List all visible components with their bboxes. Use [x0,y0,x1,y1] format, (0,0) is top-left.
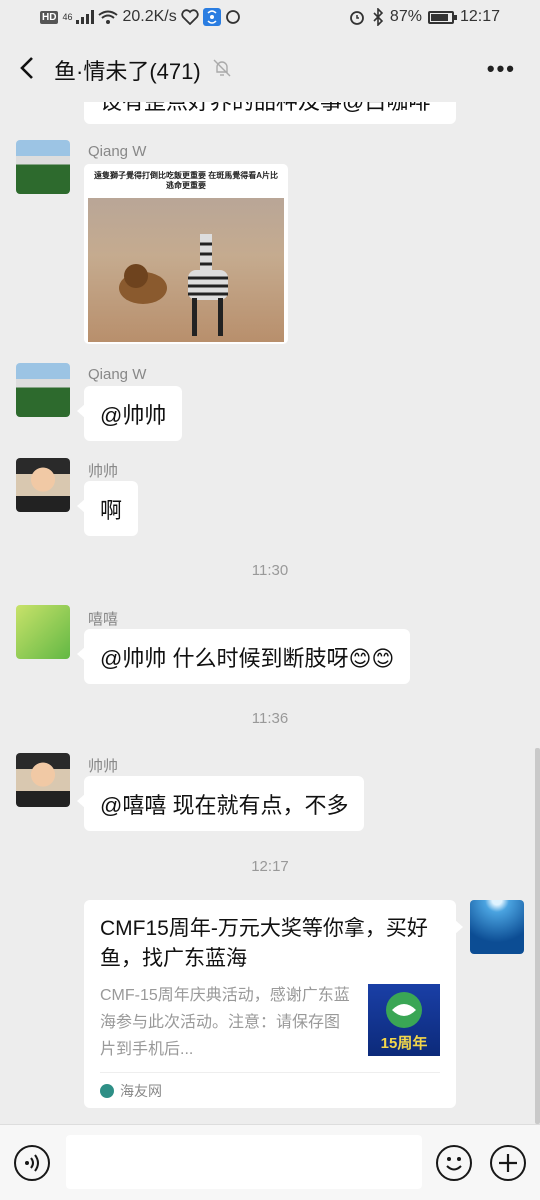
my-avatar[interactable] [470,900,524,954]
emoji-button[interactable] [436,1145,472,1181]
avatar[interactable] [16,605,70,659]
source-logo-icon [100,1083,114,1098]
sender-name: 帅帅 [88,758,119,775]
link-card[interactable]: CMF15周年-万元大奖等你拿，买好鱼，找广东蓝海 CMF-15周年庆典活动，感… [84,900,463,1108]
card-thumbnail: 15周年 [368,984,440,1056]
chat-area: 设有歪点好养的品种及事@白咖啡 Qiang W 遠隻獅子覺得打倒比吃飯更重要 在… [0,102,540,1124]
plus-icon [499,1154,517,1172]
avatar[interactable] [16,458,70,512]
message-bubble[interactable]: @嘻嘻 现在就有点，不多 [76,776,365,831]
hd-icon: HD [40,10,59,24]
sender-name: Qiang W [88,143,147,160]
zebra-photo [88,198,284,342]
emoji-icon [446,1157,462,1171]
message-text: @嘻嘻 现在就有点，不多 [100,792,349,818]
hotspot-icon [202,8,221,26]
timestamp: 11:30 [251,562,289,579]
clock: 12:17 [459,8,500,25]
message-input[interactable] [66,1135,422,1189]
signal-icon [76,10,95,24]
network-speed: 20.2K/s [122,8,177,25]
wifi-icon [98,10,119,24]
chat-header: 鱼·情未了(471) ••• [0,36,540,102]
avatar[interactable] [16,753,70,807]
message-text: @帅帅 什么时候到断肢呀😊😊 [100,645,395,671]
message-text: 啊 [100,497,123,523]
avatar[interactable] [16,363,70,417]
sender-name: 帅帅 [88,463,119,480]
scrollbar[interactable] [535,748,540,1124]
timestamp: 12:17 [251,858,289,875]
loading-icon [225,10,240,24]
timestamp: 11:36 [251,710,289,727]
card-source: 海友网 [100,1072,440,1108]
fish-logo-icon: 15周年 [381,992,428,1052]
sender-name: 嘻嘻 [88,611,119,628]
message-text: 设有歪点好养的品种及事@白咖啡 [100,102,430,116]
mute-bell-icon [213,59,231,77]
bluetooth-icon [373,8,384,26]
card-description: CMF-15周年庆典活动，感谢广东蓝海参与此次活动。注意：请保存图片到手机后..… [100,987,350,1058]
more-options-button[interactable]: ••• [487,56,516,82]
status-right: 87% 12:17 [348,8,500,26]
message-text: @帅帅 [100,402,167,428]
avatar[interactable] [16,140,70,194]
chat-title: 鱼·情未了(471) [54,59,201,84]
back-arrow-icon[interactable] [14,52,42,84]
thumb-label: 15周年 [381,1034,428,1052]
network-type-icon: 46 [62,12,73,22]
message-bubble[interactable]: 啊 [76,481,139,536]
message-bubble[interactable]: @帅帅 [76,386,183,441]
battery-percent: 87% [389,8,422,25]
lion-and-zebra-illustration [119,234,228,336]
status-bar: HD 46 20.2K/s 87% 12:17 [0,0,540,36]
plus-button[interactable] [490,1145,526,1181]
image-caption: 遠隻獅子覺得打倒比吃飯更重要 在斑馬覺得看A片比逃命更重要 [94,171,278,190]
message-bubble-partial[interactable]: 设有歪点好养的品种及事@白咖啡 [84,102,456,124]
battery-icon [427,10,457,24]
alarm-icon [350,11,364,25]
source-name: 海友网 [120,1082,162,1099]
input-bar [0,1124,540,1200]
sender-name: Qiang W [88,366,147,383]
voice-icon [25,1154,39,1172]
status-left: HD 46 20.2K/s [40,8,241,26]
image-message[interactable]: 遠隻獅子覺得打倒比吃飯更重要 在斑馬覺得看A片比逃命更重要 [84,164,288,344]
message-bubble[interactable]: @帅帅 什么时候到断肢呀😊😊 [76,629,411,684]
card-title: CMF15周年-万元大奖等你拿，买好鱼，找广东蓝海 [100,917,428,970]
heart-rate-icon [181,9,199,25]
voice-button[interactable] [14,1145,50,1181]
